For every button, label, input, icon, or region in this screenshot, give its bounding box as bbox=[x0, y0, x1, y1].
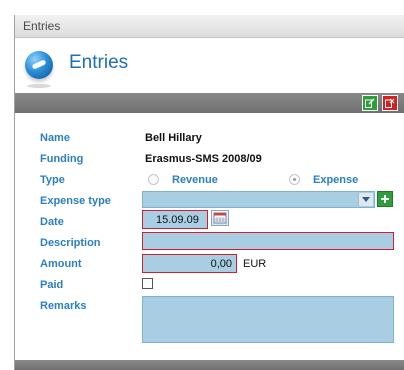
description-input[interactable] bbox=[142, 232, 394, 250]
logo-shadow bbox=[27, 84, 51, 88]
paid-label: Paid bbox=[40, 279, 64, 291]
date-input[interactable]: 15.09.09 bbox=[142, 210, 208, 229]
chevron-down-icon[interactable] bbox=[358, 193, 373, 206]
type-radio-expense[interactable] bbox=[289, 174, 300, 185]
funding-label: Funding bbox=[40, 153, 84, 165]
amount-input[interactable]: 0,00 bbox=[142, 254, 237, 273]
type-radio-expense-label: Expense bbox=[313, 174, 359, 186]
calendar-button[interactable] bbox=[211, 210, 229, 226]
name-label: Name bbox=[40, 132, 70, 144]
name-value: Bell Hillary bbox=[145, 132, 202, 144]
date-value: 15.09.09 bbox=[156, 214, 199, 226]
toolbar bbox=[15, 93, 404, 113]
calendar-icon bbox=[213, 212, 227, 224]
close-icon bbox=[385, 98, 395, 108]
expense-type-label: Expense type bbox=[40, 195, 111, 207]
page-title: Entries bbox=[69, 52, 129, 73]
funding-value: Erasmus-SMS 2008/09 bbox=[145, 153, 262, 165]
date-label: Date bbox=[40, 216, 64, 228]
bottom-bar bbox=[15, 360, 404, 370]
app-logo-icon bbox=[25, 51, 53, 79]
type-radio-revenue-label: Revenue bbox=[172, 174, 218, 186]
amount-currency: EUR bbox=[243, 258, 267, 270]
expense-type-select[interactable] bbox=[142, 191, 375, 208]
remarks-label: Remarks bbox=[40, 300, 87, 312]
window-title: Entries bbox=[23, 19, 61, 33]
type-label: Type bbox=[40, 174, 65, 186]
edit-icon bbox=[365, 98, 375, 108]
close-button[interactable] bbox=[382, 95, 398, 111]
description-label: Description bbox=[40, 237, 101, 249]
edit-button[interactable] bbox=[362, 95, 378, 111]
type-radio-revenue[interactable] bbox=[148, 174, 159, 185]
paid-checkbox[interactable] bbox=[142, 278, 153, 289]
amount-label: Amount bbox=[40, 258, 82, 270]
entries-window: Entries Entries Name Bell Hillary Fundin… bbox=[14, 15, 404, 370]
amount-value: 0,00 bbox=[210, 258, 232, 270]
remarks-textarea[interactable] bbox=[142, 296, 394, 343]
window-titlebar: Entries bbox=[15, 15, 404, 38]
add-expense-type-button[interactable] bbox=[377, 191, 393, 207]
